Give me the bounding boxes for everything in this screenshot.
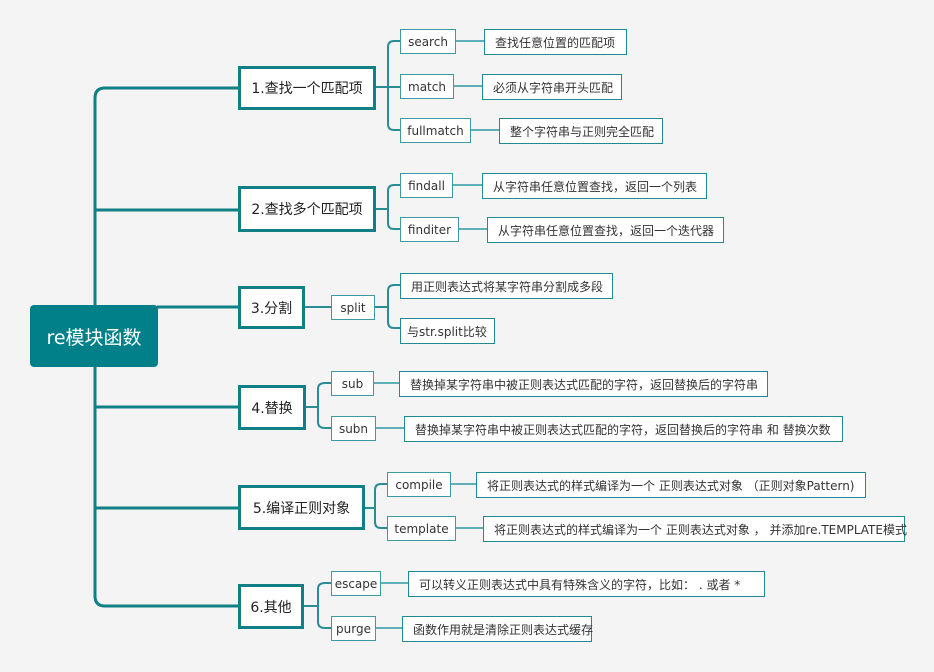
func-label: search: [408, 34, 448, 49]
func-label: escape: [334, 576, 378, 591]
desc-search[interactable]: 查找任意位置的匹配项: [484, 29, 627, 55]
func-findall[interactable]: findall: [400, 173, 453, 198]
branch-compile[interactable]: 5.编译正则对象: [238, 485, 365, 530]
desc-template[interactable]: 将正则表达式的样式编译为一个 正则表达式对象 ， 并添加re.TEMPLATE模…: [483, 516, 907, 542]
desc-split-1[interactable]: 用正则表达式将某字符串分割成多段: [400, 273, 613, 299]
branch-find-one[interactable]: 1.查找一个匹配项: [238, 66, 376, 110]
desc-text: 从字符串任意位置查找，返回一个迭代器: [498, 223, 715, 238]
func-label: template: [394, 521, 449, 536]
branch-replace[interactable]: 4.替换: [238, 385, 306, 430]
func-label: fullmatch: [407, 123, 464, 138]
desc-finditer[interactable]: 从字符串任意位置查找，返回一个迭代器: [487, 217, 724, 243]
root-label: re模块函数: [46, 326, 142, 349]
desc-purge[interactable]: 函数作用就是清除正则表达式缓存: [402, 616, 594, 642]
desc-compile[interactable]: 将正则表达式的样式编译为一个 正则表达式对象 （正则对象Pattern): [476, 472, 866, 498]
desc-subn[interactable]: 替换掉某字符串中被正则表达式匹配的字符，返回替换后的字符串 和 替换次数: [404, 416, 843, 442]
branch-label: 5.编译正则对象: [252, 500, 351, 517]
func-label: finditer: [407, 222, 452, 237]
branch-label: 3.分割: [250, 300, 293, 317]
branch-label: 6.其他: [250, 599, 292, 616]
desc-text: 将正则表达式的样式编译为一个 正则表达式对象 （正则对象Pattern): [487, 478, 855, 493]
func-finditer[interactable]: finditer: [400, 217, 459, 242]
func-label: subn: [338, 421, 369, 436]
func-label: purge: [336, 621, 371, 636]
func-label: match: [408, 79, 446, 94]
desc-text: 与str.split比较: [407, 324, 487, 339]
root-node[interactable]: re模块函数: [30, 305, 158, 367]
func-compile[interactable]: compile: [387, 472, 451, 497]
desc-split-2[interactable]: 与str.split比较: [400, 318, 495, 344]
desc-findall[interactable]: 从字符串任意位置查找，返回一个列表: [482, 173, 707, 199]
func-template[interactable]: template: [387, 516, 456, 541]
desc-text: 替换掉某字符串中被正则表达式匹配的字符，返回替换后的字符串 和 替换次数: [415, 422, 831, 437]
func-label: findall: [408, 178, 445, 193]
func-sub[interactable]: sub: [331, 371, 374, 396]
desc-text: 查找任意位置的匹配项: [495, 35, 616, 50]
branch-find-many[interactable]: 2.查找多个匹配项: [238, 186, 376, 232]
desc-text: 用正则表达式将某字符串分割成多段: [411, 279, 604, 294]
func-label: compile: [395, 477, 443, 492]
func-purge[interactable]: purge: [331, 616, 376, 641]
desc-sub[interactable]: 替换掉某字符串中被正则表达式匹配的字符，返回替换后的字符串: [399, 371, 768, 397]
func-escape[interactable]: escape: [331, 571, 381, 596]
branch-other[interactable]: 6.其他: [238, 584, 304, 629]
desc-text: 可以转义正则表达式中具有特殊含义的字符，比如： . 或者 *: [419, 577, 741, 592]
desc-text: 将正则表达式的样式编译为一个 正则表达式对象 ， 并添加re.TEMPLATE模…: [494, 522, 907, 537]
func-search[interactable]: search: [400, 29, 456, 54]
branch-label: 4.替换: [251, 400, 293, 417]
branch-label: 1.查找一个匹配项: [251, 81, 363, 97]
desc-match[interactable]: 必须从字符串开头匹配: [482, 74, 622, 100]
branch-split[interactable]: 3.分割: [238, 286, 305, 329]
func-fullmatch[interactable]: fullmatch: [400, 118, 471, 143]
desc-text: 函数作用就是清除正则表达式缓存: [413, 622, 594, 637]
branch-connectors: [303, 40, 400, 629]
desc-escape[interactable]: 可以转义正则表达式中具有特殊含义的字符，比如： . 或者 *: [408, 571, 765, 597]
func-label: split: [340, 300, 366, 315]
func-label: sub: [341, 376, 364, 391]
func-split[interactable]: split: [331, 295, 375, 320]
func-match[interactable]: match: [400, 74, 454, 99]
desc-text: 替换掉某字符串中被正则表达式匹配的字符，返回替换后的字符串: [410, 377, 759, 392]
func-subn[interactable]: subn: [331, 416, 376, 441]
desc-text: 必须从字符串开头匹配: [493, 80, 614, 95]
desc-fullmatch[interactable]: 整个字符串与正则完全匹配: [499, 118, 663, 144]
desc-text: 整个字符串与正则完全匹配: [510, 124, 655, 139]
branch-label: 2.查找多个匹配项: [251, 202, 363, 218]
desc-text: 从字符串任意位置查找，返回一个列表: [493, 179, 698, 194]
